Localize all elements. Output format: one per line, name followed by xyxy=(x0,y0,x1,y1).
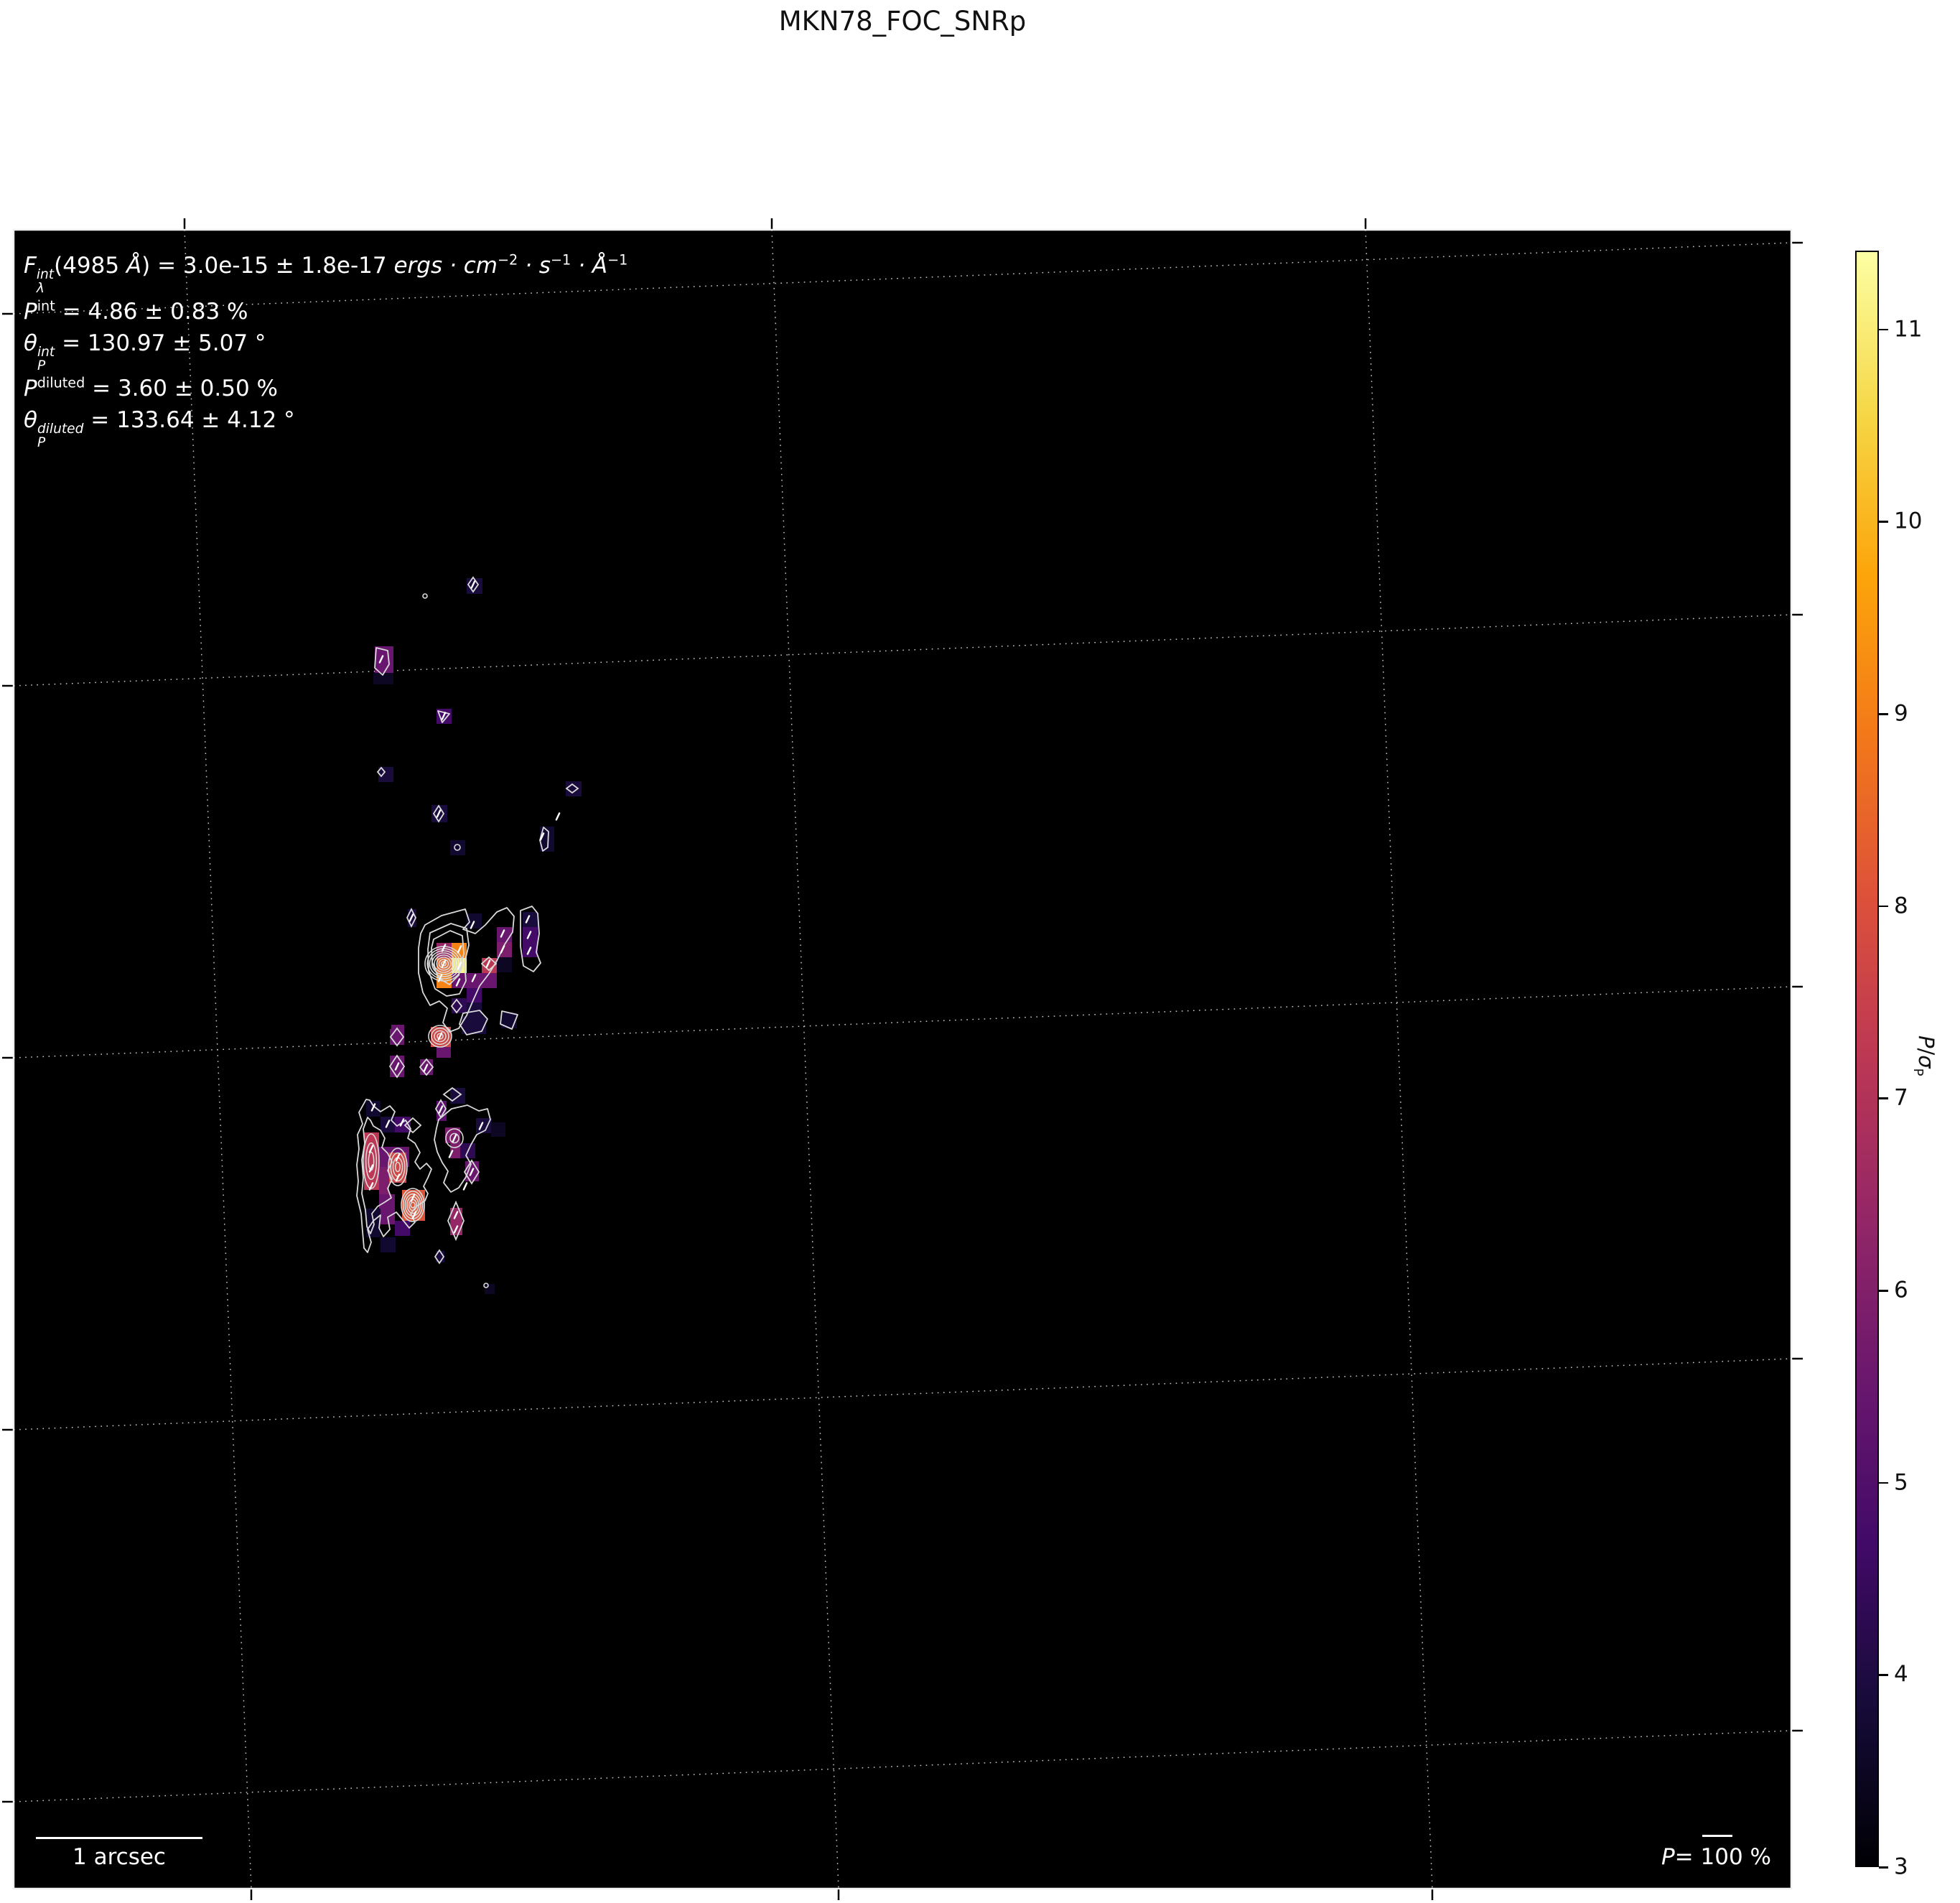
math-segment: / xyxy=(1914,1048,1938,1056)
math-segment: σ xyxy=(1914,1055,1938,1069)
math-segment: P xyxy=(1661,1844,1675,1870)
heatmap-cell xyxy=(452,998,467,1013)
math-segment: · s xyxy=(518,253,551,279)
heatmap-layer xyxy=(2,218,1803,1900)
math-segment: θ xyxy=(24,407,37,434)
colorbar-tick-label: 6 xyxy=(1894,1277,1908,1303)
colorbar-tick xyxy=(1879,1674,1888,1676)
math-segment: % xyxy=(1742,1844,1771,1870)
scale-bar xyxy=(36,1837,202,1839)
colorbar-tick-label: 9 xyxy=(1894,700,1908,727)
math-segment: Å xyxy=(126,253,142,279)
colorbar-tick xyxy=(1879,521,1888,523)
colorbar-tick xyxy=(1879,1097,1888,1099)
heatmap-cell xyxy=(497,927,512,942)
annotation-line: Pdiluted = 3.60 ± 0.50 % xyxy=(24,373,627,404)
colorbar-tick xyxy=(1879,1866,1888,1869)
heatmap-cell xyxy=(566,781,582,796)
heatmap-cell xyxy=(437,1047,451,1058)
grid-line xyxy=(13,986,1792,1058)
math-segment: P xyxy=(24,298,37,325)
colorbar-tick-label: 10 xyxy=(1894,508,1923,534)
math-segment: = 4.86 ± 0.83 % xyxy=(55,298,248,325)
math-segment: −1 xyxy=(607,251,628,269)
heatmap-cell xyxy=(381,1237,396,1252)
figure: MKN78_FOC_SNRp Fint λ (4985 Å) = 3.0e-15 ±… xyxy=(0,0,1960,1903)
plot-frame xyxy=(12,228,1793,1890)
annotation-line: θ diluted P = 133.64 ± 4.12 ° xyxy=(24,404,627,450)
contour-dot xyxy=(422,593,428,599)
annotation-line: θ int P = 130.97 ± 5.07 ° xyxy=(24,327,627,373)
colorbar-tick xyxy=(1879,713,1888,715)
heatmap-cell xyxy=(390,1029,404,1045)
colorbar-tick xyxy=(1879,328,1888,331)
grid-line xyxy=(13,1730,1792,1802)
math-segment: ) = 3.0e-15 ± 1.8e-17 xyxy=(141,253,394,279)
math-segment: = 133.64 ± 4.12 ° xyxy=(83,407,295,434)
colorbar xyxy=(1855,251,1879,1867)
colorbar-tick xyxy=(1879,1290,1888,1292)
annotation-line: Pint = 4.86 ± 0.83 % xyxy=(24,296,627,327)
page-title: MKN78_FOC_SNRp xyxy=(778,6,1027,37)
math-segment: ergs · cm xyxy=(393,253,498,279)
plot-area: Fint λ (4985 Å) = 3.0e-15 ± 1.8e-17 ergs ·… xyxy=(2,218,1803,1900)
math-segment: = 130.97 ± 5.07 ° xyxy=(55,330,266,356)
math-segment: int xyxy=(37,297,55,315)
heatmap-cell xyxy=(523,912,538,927)
math-segment: −2 xyxy=(497,251,518,269)
colorbar-tick-label: 3 xyxy=(1894,1853,1908,1880)
grid-line xyxy=(13,1358,1792,1430)
colorbar-tick-label: 7 xyxy=(1894,1084,1908,1111)
colorbar-tick-label: 8 xyxy=(1894,892,1908,918)
math-segment: diluted P xyxy=(37,422,84,451)
math-segment: 100 xyxy=(1701,1835,1743,1870)
grid-line xyxy=(771,229,839,1889)
polarization-reference: P= 100 % xyxy=(1661,1835,1771,1870)
colorbar-tick-label: 11 xyxy=(1894,316,1923,343)
math-segment: −1 xyxy=(550,251,571,269)
heatmap-cell xyxy=(485,1284,495,1294)
colorbar-tick xyxy=(1879,905,1888,908)
math-segment: int λ xyxy=(36,267,55,296)
grid-line xyxy=(1365,229,1433,1889)
math-segment: (4985 xyxy=(54,253,126,279)
scale-bar-label: 1 arcsec xyxy=(73,1844,166,1870)
colorbar-tick-label: 5 xyxy=(1894,1469,1908,1495)
heatmap-cell xyxy=(395,1221,410,1236)
math-segment: θ xyxy=(24,330,37,356)
annotation-line: Fint λ (4985 Å) = 3.0e-15 ± 1.8e-17 ergs ·… xyxy=(24,250,627,296)
math-segment: F xyxy=(24,253,37,279)
heatmap-cell xyxy=(497,957,512,972)
grid-line xyxy=(184,229,252,1889)
math-segment: diluted xyxy=(37,374,85,391)
annotation-block: Fint λ (4985 Å) = 3.0e-15 ± 1.8e-17 ergs ·… xyxy=(24,250,627,450)
math-segment: P xyxy=(24,376,37,402)
grid-line xyxy=(13,614,1792,687)
heatmap-cell xyxy=(450,840,465,855)
heatmap-cell xyxy=(467,988,482,1003)
colorbar-label: P/σP xyxy=(1910,1036,1938,1076)
polarization-vector xyxy=(462,1182,468,1191)
heatmap-cell xyxy=(491,1122,505,1137)
polarization-vector xyxy=(555,812,561,821)
math-segment: = 3.60 ± 0.50 % xyxy=(85,376,279,402)
heatmap-cell xyxy=(379,1194,395,1224)
math-segment: P xyxy=(1910,1068,1926,1076)
math-segment: = xyxy=(1674,1844,1701,1870)
math-segment: int P xyxy=(37,344,55,373)
math-segment: · Å xyxy=(571,253,608,279)
math-segment: P xyxy=(1914,1036,1938,1048)
colorbar-tick xyxy=(1879,1481,1888,1484)
colorbar-tick-label: 4 xyxy=(1894,1661,1908,1688)
